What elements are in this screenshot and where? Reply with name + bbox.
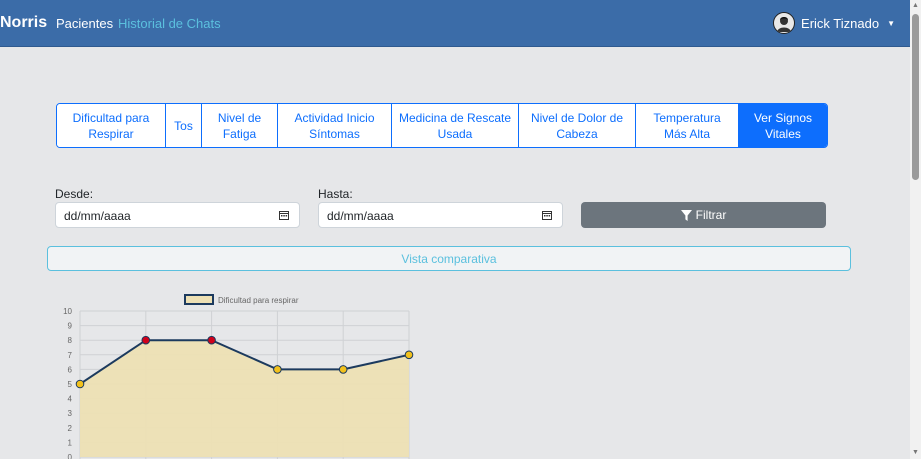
symptom-tabs: Dificultad para Respirar Tos Nivel de Fa…: [56, 103, 828, 148]
tab-medicina-rescate[interactable]: Medicina de Rescate Usada: [392, 104, 519, 147]
y-tick-label: 5: [68, 380, 73, 389]
tab-label: Dificultad para Respirar: [72, 110, 150, 141]
data-point[interactable]: [207, 335, 216, 345]
y-tick-label: 2: [68, 424, 73, 433]
data-point[interactable]: [141, 335, 151, 345]
symptom-line-chart: 109876543210 Dificultad para respirar: [63, 294, 414, 459]
tab-label: Actividad Inicio Síntomas: [294, 110, 375, 141]
tab-signos-vitales[interactable]: Ver Signos Vitales: [739, 104, 827, 147]
user-menu[interactable]: Erick Tiznado ▼: [773, 12, 895, 34]
scroll-thumb[interactable]: [912, 14, 919, 180]
desde-label: Desde:: [55, 187, 94, 201]
data-point[interactable]: [338, 365, 348, 374]
legend-swatch[interactable]: [184, 294, 214, 305]
y-tick-label: 9: [68, 322, 73, 331]
tab-label: Nivel de Fatiga: [217, 110, 262, 141]
avatar: [773, 12, 796, 34]
page-scrollbar[interactable]: ▲ ▼: [910, 0, 921, 459]
comparative-view-label: Vista comparativa: [401, 251, 497, 266]
data-point[interactable]: [75, 379, 85, 389]
scroll-up-icon[interactable]: ▲: [912, 2, 919, 10]
hasta-date-input[interactable]: dd/mm/aaaa: [318, 202, 563, 228]
filter-icon: [680, 209, 692, 221]
tab-nivel-fatiga[interactable]: Nivel de Fatiga: [202, 104, 278, 147]
tab-label: Medicina de Rescate Usada: [398, 110, 512, 141]
user-name: Erick Tiznado: [801, 15, 880, 31]
tab-label: Ver Signos Vitales: [753, 110, 813, 141]
desde-value: dd/mm/aaaa: [64, 209, 131, 223]
data-point[interactable]: [273, 365, 282, 374]
series-area: [80, 340, 409, 457]
desde-date-input[interactable]: dd/mm/aaaa: [55, 202, 300, 228]
y-tick-label: 1: [68, 438, 73, 447]
tab-dificultad-respirar[interactable]: Dificultad para Respirar: [57, 104, 166, 147]
tab-dolor-cabeza[interactable]: Nivel de Dolor de Cabeza: [519, 104, 636, 147]
legend-label[interactable]: Dificultad para respirar: [218, 296, 299, 305]
data-point[interactable]: [404, 350, 414, 360]
nav-link-pacientes[interactable]: Pacientes: [56, 16, 113, 31]
tab-label: Nivel de Dolor de Cabeza: [530, 110, 624, 141]
comparative-view-button[interactable]: Vista comparativa: [47, 246, 851, 271]
y-tick-label: 7: [68, 351, 73, 360]
top-navbar: Norris Pacientes Historial de Chats Eric…: [0, 0, 910, 47]
filter-button-label: Filtrar: [695, 208, 727, 222]
y-tick-label: 0: [68, 453, 73, 459]
tab-label: Tos: [174, 118, 193, 133]
hasta-label: Hasta:: [318, 187, 353, 201]
y-tick-label: 10: [63, 307, 72, 316]
calendar-icon[interactable]: [279, 210, 289, 220]
tab-tos[interactable]: Tos: [166, 104, 202, 147]
hasta-value: dd/mm/aaaa: [327, 209, 394, 223]
calendar-icon[interactable]: [542, 210, 552, 220]
filter-button[interactable]: Filtrar: [581, 202, 826, 228]
tab-actividad-inicio[interactable]: Actividad Inicio Síntomas: [278, 104, 392, 147]
brand-logo[interactable]: Norris: [0, 14, 47, 32]
tab-label: Temperatura Más Alta: [653, 110, 721, 141]
y-tick-label: 8: [68, 336, 73, 345]
chevron-down-icon: ▼: [887, 18, 895, 28]
tab-temperatura[interactable]: Temperatura Más Alta: [636, 104, 739, 147]
scroll-down-icon[interactable]: ▼: [912, 449, 919, 457]
y-tick-label: 3: [68, 409, 73, 418]
nav-link-historial-chats[interactable]: Historial de Chats: [118, 16, 221, 31]
y-tick-label: 6: [68, 365, 73, 374]
y-tick-label: 4: [68, 395, 73, 404]
